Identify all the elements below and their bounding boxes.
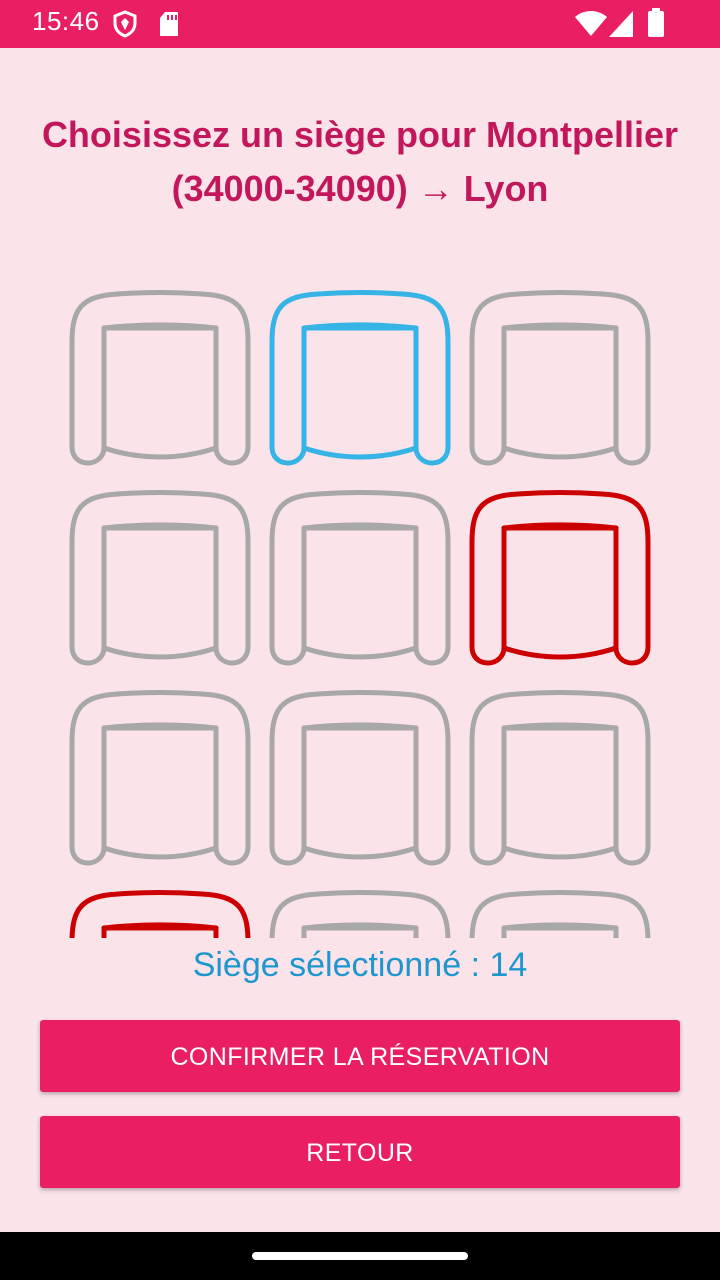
- page-title: Choisissez un siège pour Montpellier (34…: [0, 108, 720, 216]
- seat-icon: [269, 890, 451, 938]
- confirm-reservation-button[interactable]: CONFIRMER LA RÉSERVATION: [40, 1020, 680, 1092]
- seat-8-available[interactable]: [260, 680, 460, 880]
- title-line-2: (34000-34090) → Lyon: [171, 168, 549, 209]
- seat-6-occupied[interactable]: [460, 480, 660, 680]
- back-button[interactable]: RETOUR: [40, 1116, 680, 1188]
- wifi-icon: [574, 10, 608, 43]
- seat-icon: [269, 490, 451, 666]
- seat-icon: [69, 490, 251, 666]
- seat-11-available[interactable]: [260, 880, 460, 938]
- seat-1-available[interactable]: [60, 280, 260, 480]
- seat-icon: [269, 690, 451, 866]
- seat-grid: [0, 280, 720, 938]
- sd-card-icon: [158, 11, 180, 42]
- status-time: 15:46: [32, 6, 100, 36]
- seat-9-available[interactable]: [460, 680, 660, 880]
- navigation-bar: [0, 1232, 720, 1280]
- seat-2-selected[interactable]: [260, 280, 460, 480]
- shield-icon: [112, 10, 138, 43]
- seat-icon: [469, 290, 651, 466]
- seat-icon: [469, 490, 651, 666]
- seat-5-available[interactable]: [260, 480, 460, 680]
- seat-icon: [69, 290, 251, 466]
- selected-seat-text: Siège sélectionné : 14: [192, 946, 528, 984]
- seat-icon: [469, 890, 651, 938]
- home-gesture-handle[interactable]: [252, 1252, 468, 1260]
- seat-icon: [69, 690, 251, 866]
- status-bar: 15:46: [0, 0, 720, 48]
- seat-3-available[interactable]: [460, 280, 660, 480]
- seat-4-available[interactable]: [60, 480, 260, 680]
- signal-icon: [608, 10, 634, 43]
- seat-icon: [269, 290, 451, 466]
- seat-icon: [69, 890, 251, 938]
- seat-10-occupied[interactable]: [60, 880, 260, 938]
- battery-icon: [646, 8, 666, 43]
- seat-7-available[interactable]: [60, 680, 260, 880]
- seat-12-available[interactable]: [460, 880, 660, 938]
- seat-icon: [469, 690, 651, 866]
- title-line-1: Choisissez un siège pour Montpellier: [41, 114, 679, 155]
